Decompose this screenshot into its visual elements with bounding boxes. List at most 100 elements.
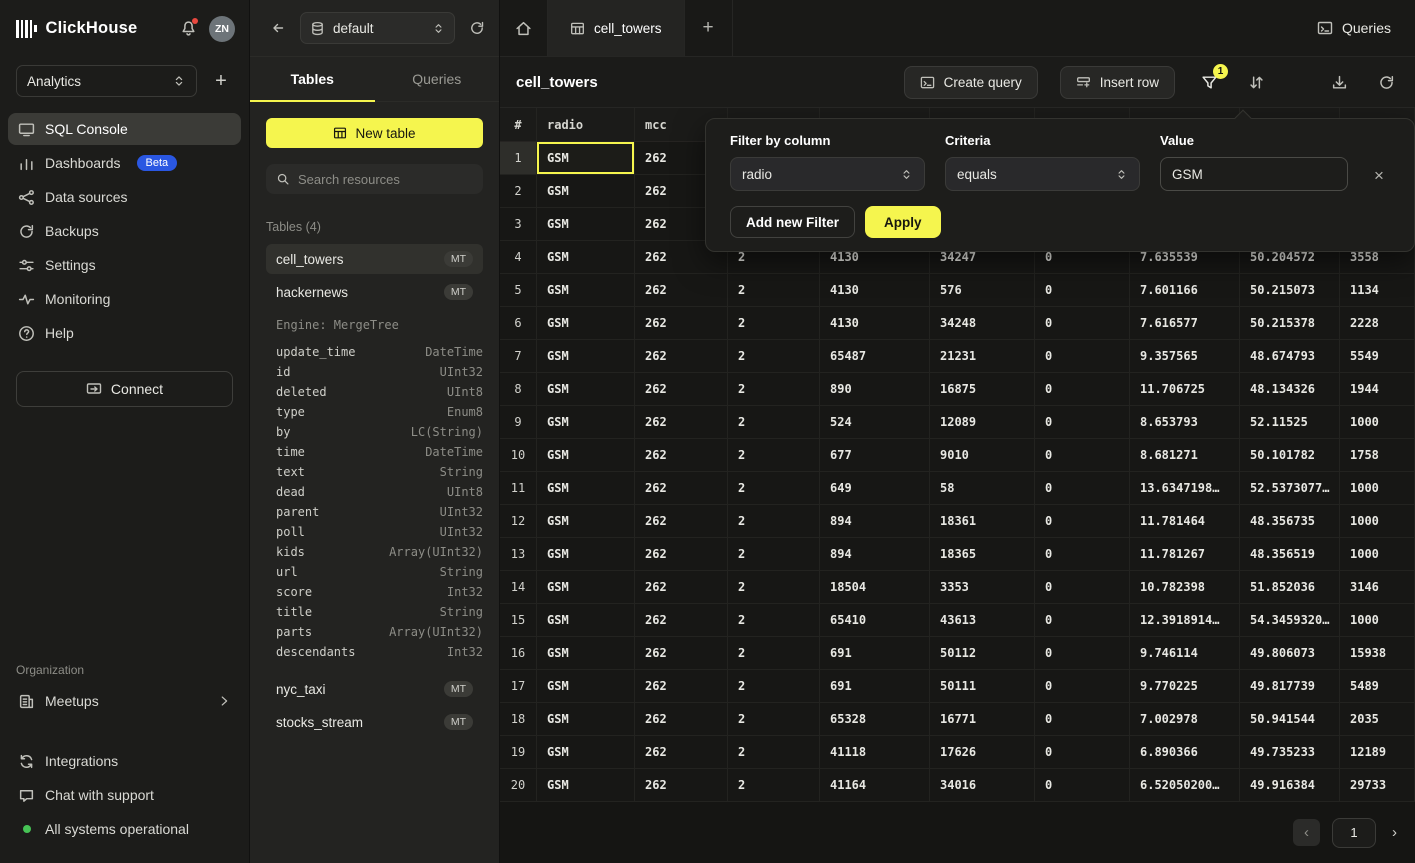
table-cell[interactable]: 9010 (930, 439, 1035, 471)
sidebar-item-sql-console[interactable]: SQL Console (8, 113, 241, 145)
table-cell[interactable]: 65487 (820, 340, 930, 372)
table-cell[interactable]: 1134 (1340, 274, 1415, 306)
table-cell[interactable]: GSM (537, 736, 635, 768)
table-cell[interactable]: 29733 (1340, 769, 1415, 801)
table-cell[interactable]: 1000 (1340, 505, 1415, 537)
table-cell[interactable]: GSM (537, 604, 635, 636)
table-cell[interactable]: 7.616577 (1130, 307, 1240, 339)
table-cell[interactable]: 262 (635, 571, 728, 603)
table-cell[interactable]: 890 (820, 373, 930, 405)
table-cell[interactable]: 1758 (1340, 439, 1415, 471)
table-cell[interactable]: 0 (1035, 736, 1130, 768)
table-cell[interactable]: 5549 (1340, 340, 1415, 372)
avatar[interactable]: ZN (209, 16, 235, 42)
table-cell[interactable]: 48.674793 (1240, 340, 1340, 372)
table-cell[interactable]: 0 (1035, 604, 1130, 636)
add-new-filter-button[interactable]: Add new Filter (730, 206, 855, 238)
table-cell[interactable]: GSM (537, 571, 635, 603)
table-cell[interactable]: 11.781464 (1130, 505, 1240, 537)
table-cell[interactable]: 3353 (930, 571, 1035, 603)
row-number-cell[interactable]: 18 (500, 703, 537, 735)
next-page-button[interactable]: › (1388, 820, 1401, 845)
table-cell[interactable]: 50.215378 (1240, 307, 1340, 339)
refresh-table-icon[interactable] (1374, 70, 1399, 95)
table-cell[interactable]: 0 (1035, 703, 1130, 735)
table-cell[interactable]: 2 (728, 505, 820, 537)
table-cell[interactable]: 11.781267 (1130, 538, 1240, 570)
row-number-cell[interactable]: 19 (500, 736, 537, 768)
table-cell[interactable]: 262 (635, 703, 728, 735)
column-header-0[interactable]: # (500, 108, 537, 141)
table-cell[interactable]: 9.357565 (1130, 340, 1240, 372)
table-cell[interactable]: 262 (635, 340, 728, 372)
sidebar-item-integrations[interactable]: Integrations (8, 745, 241, 777)
table-cell[interactable]: 2035 (1340, 703, 1415, 735)
row-number-cell[interactable]: 11 (500, 472, 537, 504)
table-cell[interactable]: 2 (728, 340, 820, 372)
table-cell[interactable]: 6.52050200… (1130, 769, 1240, 801)
row-number-cell[interactable]: 17 (500, 670, 537, 702)
table-cell[interactable]: 576 (930, 274, 1035, 306)
row-number-cell[interactable]: 4 (500, 241, 537, 273)
table-cell[interactable]: 0 (1035, 274, 1130, 306)
row-number-cell[interactable]: 14 (500, 571, 537, 603)
tab-home[interactable] (500, 0, 548, 56)
table-cell[interactable]: 2 (728, 472, 820, 504)
table-cell[interactable]: 1000 (1340, 538, 1415, 570)
workspace-select[interactable]: Analytics (16, 65, 197, 97)
table-cell[interactable]: 1000 (1340, 472, 1415, 504)
table-cell[interactable]: 50.215073 (1240, 274, 1340, 306)
table-cell[interactable]: 52.5373077… (1240, 472, 1340, 504)
sidebar-item-chat-support[interactable]: Chat with support (8, 779, 241, 811)
table-cell[interactable]: 18361 (930, 505, 1035, 537)
table-cell[interactable]: 3146 (1340, 571, 1415, 603)
table-cell[interactable]: 262 (635, 736, 728, 768)
current-page[interactable]: 1 (1332, 818, 1376, 848)
table-cell[interactable]: 49.806073 (1240, 637, 1340, 669)
table-cell[interactable]: 48.356519 (1240, 538, 1340, 570)
table-cell[interactable]: 12089 (930, 406, 1035, 438)
table-cell[interactable]: 262 (635, 274, 728, 306)
row-number-cell[interactable]: 8 (500, 373, 537, 405)
table-cell[interactable]: 677 (820, 439, 930, 471)
table-cell[interactable]: 2 (728, 538, 820, 570)
table-cell[interactable]: 7.002978 (1130, 703, 1240, 735)
table-cell[interactable]: 41164 (820, 769, 930, 801)
tab-queries[interactable]: Queries (375, 57, 500, 101)
table-cell[interactable]: 2 (728, 439, 820, 471)
table-cell[interactable]: 50.101782 (1240, 439, 1340, 471)
database-select[interactable]: default (300, 12, 455, 44)
table-cell[interactable]: 11.706725 (1130, 373, 1240, 405)
table-cell[interactable]: 58 (930, 472, 1035, 504)
table-cell[interactable]: 18365 (930, 538, 1035, 570)
table-cell[interactable]: 0 (1035, 637, 1130, 669)
row-number-cell[interactable]: 9 (500, 406, 537, 438)
sidebar-item-dashboards[interactable]: Dashboards Beta (8, 147, 241, 179)
table-cell[interactable]: 2 (728, 604, 820, 636)
table-cell[interactable]: GSM (537, 373, 635, 405)
table-cell[interactable]: 7.601166 (1130, 274, 1240, 306)
table-cell[interactable]: 34016 (930, 769, 1035, 801)
table-cell[interactable]: 49.817739 (1240, 670, 1340, 702)
system-status[interactable]: All systems operational (8, 813, 241, 845)
sidebar-item-monitoring[interactable]: Monitoring (8, 283, 241, 315)
table-cell[interactable]: 1944 (1340, 373, 1415, 405)
table-cell[interactable]: 17626 (930, 736, 1035, 768)
table-cell[interactable]: 49.916384 (1240, 769, 1340, 801)
row-number-cell[interactable]: 2 (500, 175, 537, 207)
table-cell[interactable]: 262 (635, 439, 728, 471)
refresh-database-icon[interactable] (469, 20, 485, 36)
row-number-cell[interactable]: 5 (500, 274, 537, 306)
search-input[interactable] (298, 172, 474, 187)
table-cell[interactable]: 48.134326 (1240, 373, 1340, 405)
table-cell[interactable]: 34248 (930, 307, 1035, 339)
insert-row-button[interactable]: Insert row (1060, 66, 1175, 99)
filter-criteria-select[interactable]: equals (945, 157, 1140, 191)
table-item-nyc-taxi[interactable]: nyc_taxi MT (266, 674, 483, 704)
sidebar-item-help[interactable]: Help (8, 317, 241, 349)
close-filter-icon[interactable]: × (1374, 167, 1384, 184)
table-cell[interactable]: 16771 (930, 703, 1035, 735)
table-cell[interactable]: 2 (728, 571, 820, 603)
table-cell[interactable]: GSM (537, 670, 635, 702)
table-cell[interactable]: GSM (537, 307, 635, 339)
